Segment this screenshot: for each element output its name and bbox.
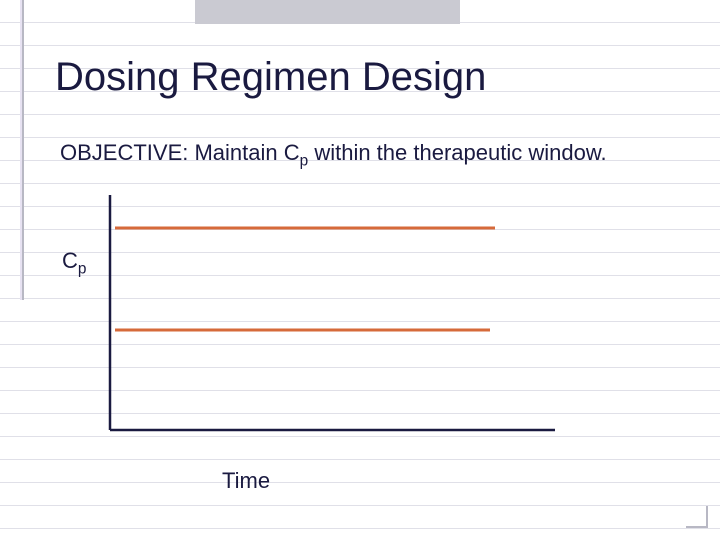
corner-mark-icon (686, 506, 708, 528)
chart-plot (0, 0, 720, 540)
